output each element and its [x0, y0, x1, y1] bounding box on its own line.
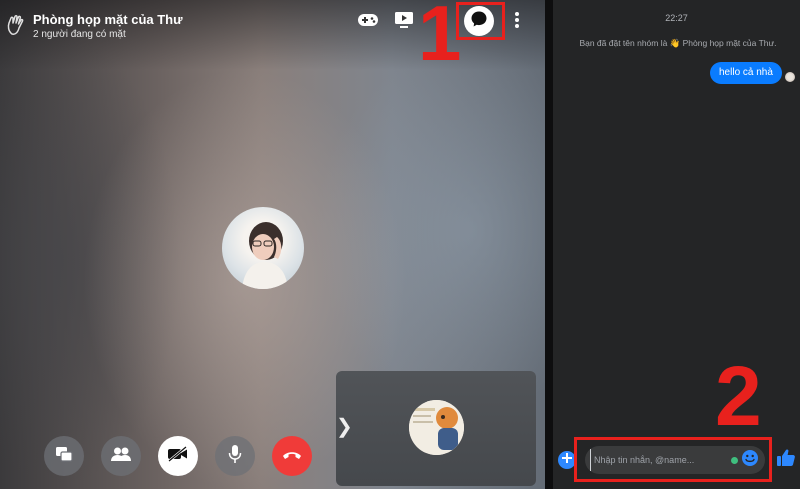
waving-hand-icon — [6, 14, 26, 36]
game-controller-icon[interactable] — [354, 6, 382, 34]
microphone-button[interactable] — [215, 436, 255, 476]
chat-toggle-button[interactable] — [464, 6, 494, 36]
read-receipt-avatar — [785, 72, 795, 82]
add-icon — [561, 451, 573, 469]
thumbs-up-icon — [776, 448, 796, 473]
add-attachment-button[interactable] — [558, 451, 576, 469]
participant-avatar — [222, 207, 304, 289]
annotation-label-2: 2 — [715, 349, 762, 443]
video-call-area: Phòng họp mặt của Thư 2 người đang có mặ… — [0, 0, 545, 489]
microphone-icon — [228, 444, 242, 469]
online-status-dot — [731, 457, 738, 464]
video-toggle-button[interactable] — [158, 436, 198, 476]
participants-icon — [110, 446, 132, 467]
like-button[interactable] — [776, 448, 796, 473]
participants-button[interactable] — [101, 436, 141, 476]
screen-share-icon[interactable] — [390, 6, 418, 34]
switch-view-button[interactable] — [44, 436, 84, 476]
participant-count: 2 người đang có mặt — [33, 29, 126, 40]
more-vertical-icon[interactable] — [503, 6, 531, 34]
outgoing-message-bubble[interactable]: hello cả nhà — [710, 62, 782, 84]
chat-bubble-icon — [470, 10, 488, 33]
switch-view-icon — [55, 446, 73, 467]
annotation-label-1: 1 — [418, 0, 462, 77]
end-call-button[interactable] — [272, 436, 312, 476]
message-timestamp: 22:27 — [665, 13, 688, 23]
message-input[interactable] — [590, 449, 728, 471]
system-message: Bạn đã đặt tên nhóm là 👋 Phòng họp mặt c… — [579, 38, 777, 48]
end-call-icon — [282, 447, 302, 465]
collapse-thumbnail-arrow[interactable]: ❯ — [336, 412, 353, 442]
emoji-button[interactable] — [741, 449, 759, 472]
video-off-icon — [167, 445, 189, 467]
self-avatar — [409, 400, 464, 455]
chat-panel: 22:27 Bạn đã đặt tên nhóm là 👋 Phòng họp… — [553, 0, 800, 489]
panel-divider — [545, 0, 553, 489]
emoji-icon — [741, 449, 759, 472]
room-title: Phòng họp mặt của Thư — [33, 12, 183, 27]
